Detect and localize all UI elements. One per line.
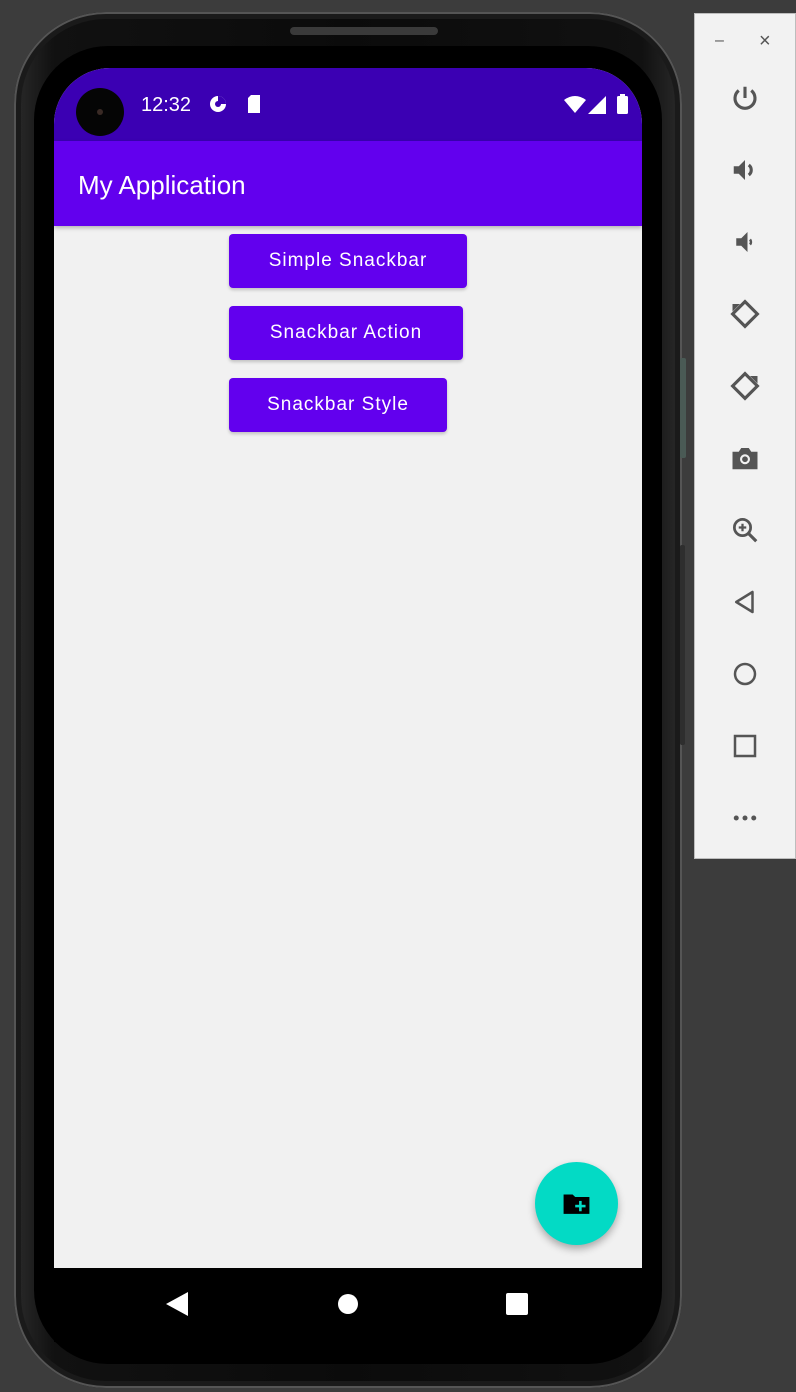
status-time: 12:32 xyxy=(141,94,192,116)
rotate-left-button[interactable] xyxy=(721,290,769,338)
screenshot-button[interactable] xyxy=(721,434,769,482)
create-new-folder-icon xyxy=(563,1194,590,1214)
home-circle-icon[interactable] xyxy=(337,1293,359,1315)
zoom-button[interactable] xyxy=(721,506,769,554)
earpiece-speaker xyxy=(290,27,438,35)
snackbar-style-button[interactable]: Snackbar Style xyxy=(229,378,447,432)
sd-card-icon xyxy=(248,95,260,113)
power-side-button[interactable] xyxy=(680,358,686,458)
volume-down-button[interactable] xyxy=(721,218,769,266)
rotate-left-icon xyxy=(730,299,760,329)
app-bar: My Application xyxy=(54,141,642,226)
system-nav-bar xyxy=(54,1268,642,1342)
front-camera xyxy=(76,88,124,136)
more-icon xyxy=(733,815,757,821)
rotate-right-icon xyxy=(730,371,760,401)
more-button[interactable] xyxy=(721,794,769,842)
app-title: My Application xyxy=(78,170,246,200)
wifi-icon xyxy=(564,96,586,113)
home-icon xyxy=(733,662,757,686)
camera-icon xyxy=(732,448,758,470)
battery-icon xyxy=(617,94,628,114)
recents-square-icon[interactable] xyxy=(506,1293,528,1315)
status-bar: 12:32 xyxy=(54,68,642,141)
home-button[interactable] xyxy=(721,650,769,698)
power-icon xyxy=(733,86,757,110)
rotate-right-button[interactable] xyxy=(721,362,769,410)
signal-icon xyxy=(588,96,606,114)
emulator-toolbar: – × xyxy=(694,13,796,859)
volume-side-button[interactable] xyxy=(680,545,685,745)
close-button[interactable]: × xyxy=(759,30,771,53)
minimize-button[interactable]: – xyxy=(715,32,724,50)
simple-snackbar-button[interactable]: Simple Snackbar xyxy=(229,234,467,288)
volume-up-button[interactable] xyxy=(721,146,769,194)
back-button[interactable] xyxy=(721,578,769,626)
back-icon xyxy=(735,590,754,614)
fab-button[interactable] xyxy=(535,1162,618,1245)
zoom-in-icon xyxy=(733,518,758,543)
volume-down-icon xyxy=(736,232,753,252)
volume-up-icon xyxy=(733,160,753,180)
snackbar-action-button[interactable]: Snackbar Action xyxy=(229,306,463,360)
data-saver-icon xyxy=(210,96,226,112)
device-screen: 12:32 My Application Simple Snackbar Sna… xyxy=(54,68,642,1318)
overview-button[interactable] xyxy=(721,722,769,770)
back-triangle-icon[interactable] xyxy=(166,1292,188,1316)
overview-icon xyxy=(733,734,757,758)
power-button[interactable] xyxy=(721,74,769,122)
